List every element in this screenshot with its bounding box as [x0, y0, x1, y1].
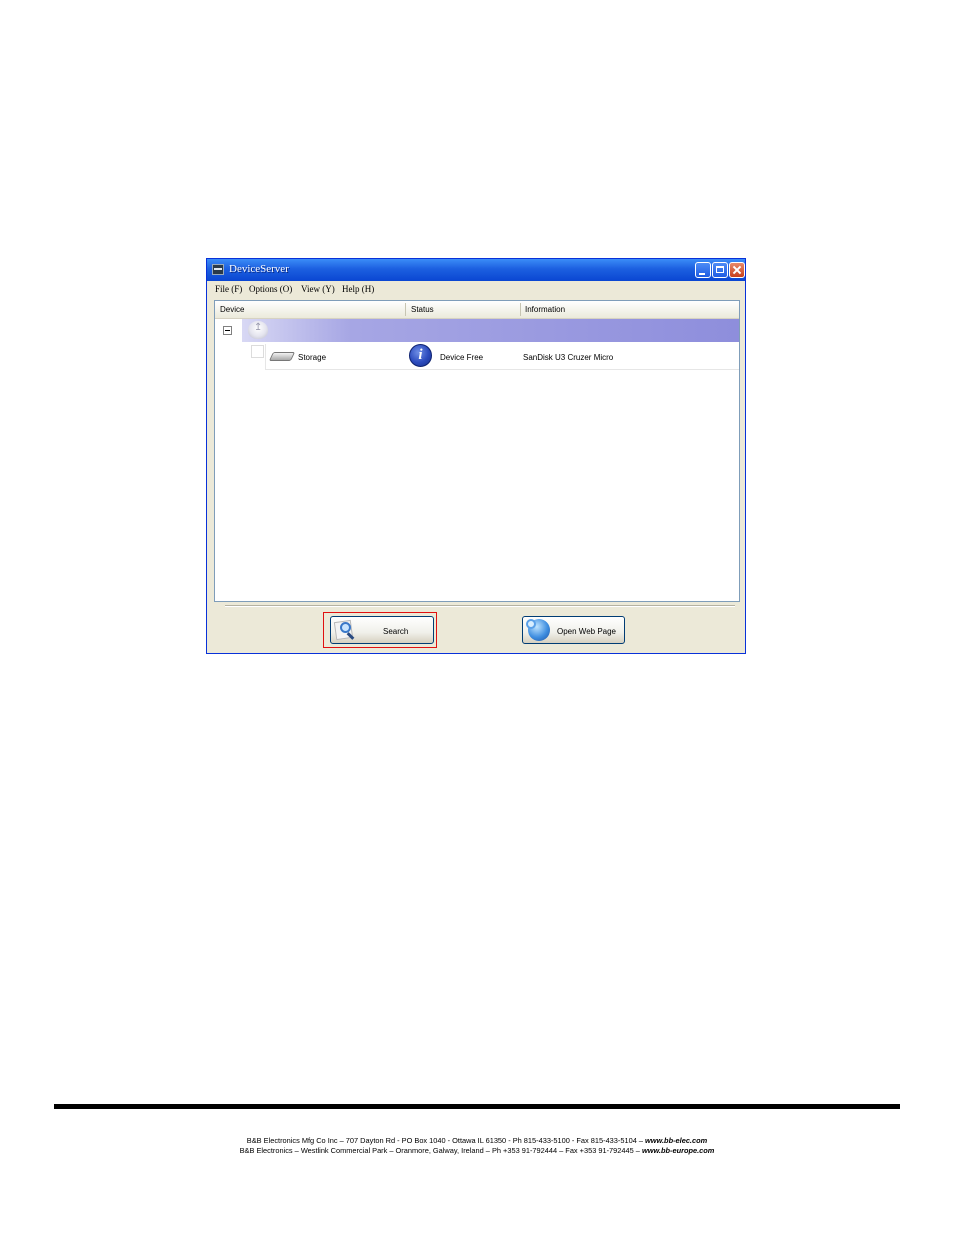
row-information: SanDisk U3 Cruzer Micro — [523, 353, 614, 362]
row-status: Device Free — [440, 353, 484, 362]
column-separator[interactable] — [520, 303, 521, 316]
device-list[interactable]: Device Status Information Storage i Devi… — [214, 300, 740, 602]
footer-us-text: B&B Electronics Mfg Co Inc – 707 Dayton … — [246, 1136, 643, 1145]
list-header: Device Status Information — [215, 301, 739, 319]
footer-us-url: www.bb-elec.com — [645, 1136, 708, 1145]
menu-view[interactable]: View (Y) — [301, 284, 335, 294]
tree-connector — [251, 345, 264, 358]
column-separator[interactable] — [405, 303, 406, 316]
info-icon: i — [409, 344, 432, 367]
device-server-window: DeviceServer File (F) Options (O) View (… — [206, 258, 746, 654]
footer-eu-text: B&B Electronics – Westlink Commercial Pa… — [239, 1146, 640, 1155]
storage-drive-icon — [268, 352, 296, 361]
menu-help[interactable]: Help (H) — [342, 284, 374, 294]
title-bar[interactable]: DeviceServer — [207, 259, 745, 281]
minimize-button[interactable] — [695, 262, 711, 278]
column-device[interactable]: Device — [220, 305, 244, 314]
usb-device-server-icon — [248, 321, 268, 339]
column-status[interactable]: Status — [411, 305, 434, 314]
menu-bar: File (F) Options (O) View (Y) Help (H) — [207, 281, 745, 299]
search-icon — [333, 619, 359, 641]
table-row[interactable] — [265, 344, 739, 370]
column-information[interactable]: Information — [525, 305, 565, 314]
footer-eu-url: www.bb-europe.com — [641, 1146, 715, 1155]
globe-icon — [526, 619, 550, 641]
open-web-page-label: Open Web Page — [557, 627, 617, 636]
row-device-name: Storage — [298, 353, 327, 362]
divider — [225, 605, 735, 607]
app-icon — [212, 264, 224, 275]
footer-rule — [54, 1104, 900, 1109]
menu-options[interactable]: Options (O) — [249, 284, 292, 294]
menu-file[interactable]: File (F) — [215, 284, 242, 294]
search-button[interactable]: Search — [330, 616, 434, 644]
maximize-button[interactable] — [712, 262, 728, 278]
collapse-toggle[interactable] — [223, 326, 232, 335]
search-button-label: Search — [383, 627, 409, 636]
close-button[interactable] — [729, 262, 745, 278]
device-group-row[interactable] — [242, 319, 739, 342]
footer-line-us: B&B Electronics Mfg Co Inc – 707 Dayton … — [0, 1136, 954, 1145]
open-web-page-button[interactable]: Open Web Page — [522, 616, 625, 644]
footer-line-eu: B&B Electronics – Westlink Commercial Pa… — [0, 1146, 954, 1155]
window-title: DeviceServer — [229, 263, 289, 275]
